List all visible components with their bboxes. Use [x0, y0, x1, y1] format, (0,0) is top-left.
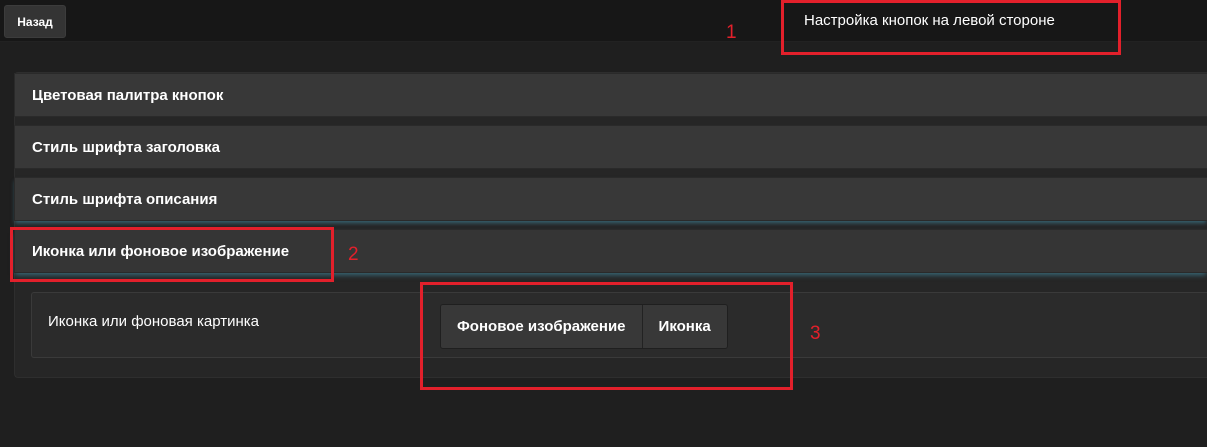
- back-button[interactable]: Назад: [4, 5, 66, 38]
- accordion-header-label: Стиль шрифта заголовка: [32, 139, 220, 156]
- annotation-box-2: [10, 227, 334, 282]
- accordion-header-description-font[interactable]: Стиль шрифта описания: [14, 177, 1207, 221]
- accordion-header-title-font[interactable]: Стиль шрифта заголовка: [14, 125, 1207, 169]
- annotation-number-3: 3: [810, 323, 821, 344]
- icon-setting-label: Иконка или фоновая картинка: [48, 313, 259, 330]
- annotation-box-3: [420, 282, 793, 390]
- accordion-header-color-palette[interactable]: Цветовая палитра кнопок: [14, 73, 1207, 117]
- annotation-number-1: 1: [726, 22, 737, 43]
- accordion-header-label: Цветовая палитра кнопок: [32, 87, 224, 104]
- annotation-box-1: [781, 0, 1121, 55]
- annotation-number-2: 2: [348, 244, 359, 265]
- accordion-header-label: Стиль шрифта описания: [32, 191, 218, 208]
